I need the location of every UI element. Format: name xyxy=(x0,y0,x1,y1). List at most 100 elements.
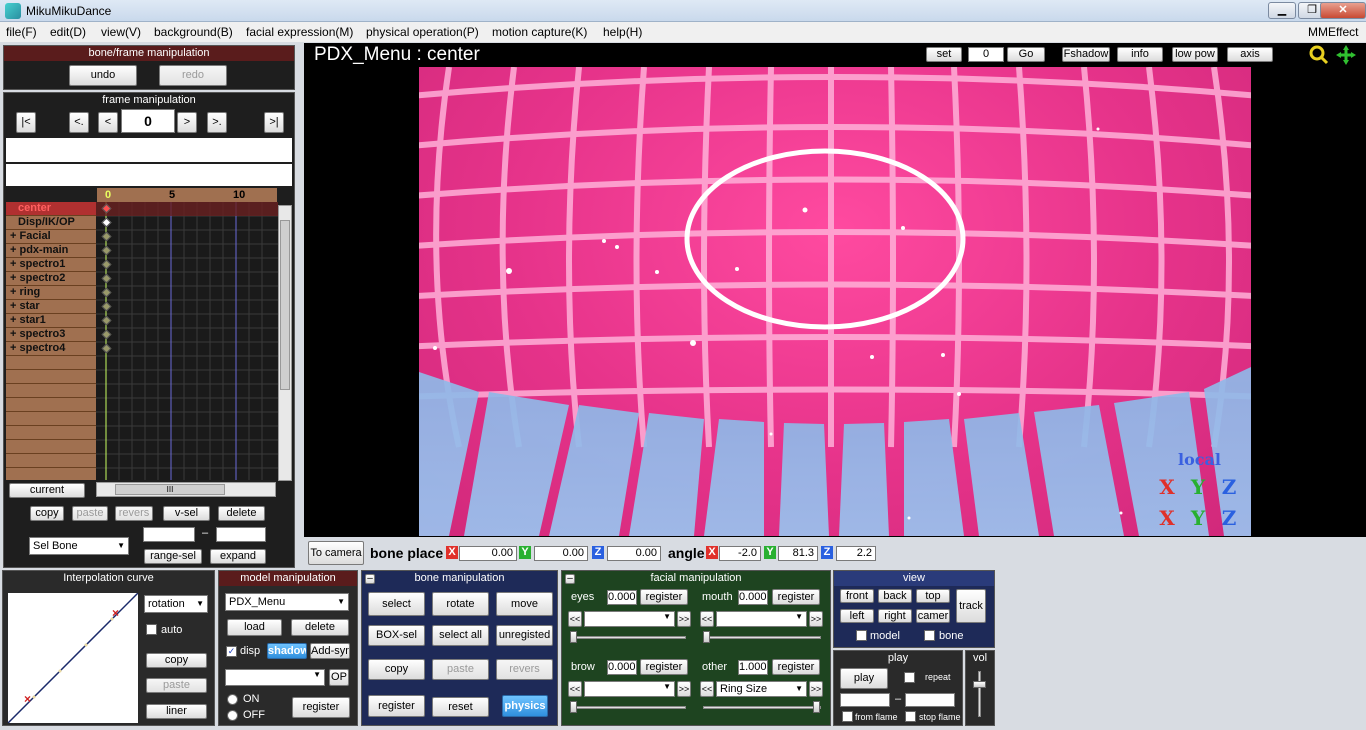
menu-mmeffect[interactable]: MMEffect xyxy=(1308,25,1358,39)
timeline-hscroll-thumb[interactable]: III xyxy=(115,484,225,495)
3d-scene[interactable] xyxy=(419,67,1251,536)
timeline-row-center[interactable]: center xyxy=(6,202,96,216)
bone-copy-button[interactable]: copy xyxy=(368,659,425,680)
other-slider-thumb[interactable] xyxy=(813,701,820,713)
pos-z-input[interactable]: 0.00 xyxy=(607,546,661,561)
timeline-row-disp[interactable]: Disp/IK/OP xyxy=(6,216,96,230)
timeline-row-pdx-main[interactable]: + pdx-main xyxy=(6,244,96,258)
eyes-value-input[interactable]: 0.000 xyxy=(607,590,637,605)
model-register-button[interactable]: register xyxy=(292,697,350,718)
interp-paste-button[interactable]: paste xyxy=(146,678,207,693)
other-slider[interactable] xyxy=(703,706,821,709)
next-frame-button[interactable]: > xyxy=(177,112,197,133)
volume-slider-thumb[interactable] xyxy=(973,681,986,688)
view-right-button[interactable]: right xyxy=(878,609,912,623)
load-button[interactable]: load xyxy=(227,619,282,636)
play-stop-input[interactable] xyxy=(905,693,955,707)
from-flame-checkbox[interactable] xyxy=(842,711,853,722)
timeline-row-facial[interactable]: + Facial xyxy=(6,230,96,244)
timeline-vscroll-thumb[interactable] xyxy=(280,220,290,390)
set-button[interactable]: set xyxy=(926,47,962,62)
minimize-button[interactable]: ▁ xyxy=(1268,2,1296,19)
info-button[interactable]: info xyxy=(1117,47,1163,62)
axis-button[interactable]: axis xyxy=(1227,47,1273,62)
menu-motion-capture[interactable]: motion capture(K) xyxy=(492,25,587,39)
angle-y-input[interactable]: 81.3 xyxy=(778,546,818,561)
timeline-copy-button[interactable]: copy xyxy=(30,506,64,521)
low-pow-button[interactable]: low pow xyxy=(1172,47,1218,62)
menu-edit[interactable]: edit(D) xyxy=(50,25,86,39)
mouth-dropdown[interactable] xyxy=(716,611,807,627)
go-button[interactable]: Go xyxy=(1007,47,1045,62)
current-button[interactable]: current xyxy=(9,483,85,498)
view-bone-checkbox[interactable] xyxy=(924,630,935,641)
eyes-next-button[interactable]: >> xyxy=(677,611,691,627)
add-syn-button[interactable]: Add-syn xyxy=(310,643,350,659)
on-radio[interactable] xyxy=(227,694,238,705)
stop-flame-checkbox[interactable] xyxy=(905,711,916,722)
to-camera-button[interactable]: To camera xyxy=(308,541,364,565)
off-radio[interactable] xyxy=(227,710,238,721)
volume-slider[interactable] xyxy=(978,671,981,717)
rotate-z-icon[interactable]: Z xyxy=(1216,474,1242,500)
mouth-next-button[interactable]: >> xyxy=(809,611,823,627)
menu-facial-expression[interactable]: facial expression(M) xyxy=(246,25,353,39)
move-button[interactable]: move xyxy=(496,592,553,616)
mouth-register-button[interactable]: register xyxy=(772,589,820,605)
expand-button[interactable]: expand xyxy=(210,549,266,564)
liner-button[interactable]: liner xyxy=(146,704,207,719)
close-button[interactable]: ✕ xyxy=(1320,2,1366,19)
brow-prev-button[interactable]: << xyxy=(568,681,582,697)
timeline-row-spectro1[interactable]: + spectro1 xyxy=(6,258,96,272)
mouth-slider[interactable] xyxy=(703,636,821,639)
eyes-slider-thumb[interactable] xyxy=(570,631,577,643)
other-dropdown[interactable]: Ring Size xyxy=(716,681,807,697)
select-all-button[interactable]: select all xyxy=(432,625,489,646)
facial-collapse-button[interactable]: – xyxy=(565,574,575,584)
view-back-button[interactable]: back xyxy=(878,589,912,603)
range-end-input[interactable] xyxy=(216,527,266,542)
mouth-value-input[interactable]: 0.000 xyxy=(738,590,768,605)
other-next-button[interactable]: >> xyxy=(809,681,823,697)
brow-value-input[interactable]: 0.000 xyxy=(607,660,637,675)
bone-collapse-button[interactable]: – xyxy=(365,574,375,584)
menu-view[interactable]: view(V) xyxy=(101,25,141,39)
eyes-register-button[interactable]: register xyxy=(640,589,688,605)
frame-number-input[interactable]: 0 xyxy=(121,109,175,133)
range-start-input[interactable] xyxy=(143,527,195,542)
last-frame-button[interactable]: >| xyxy=(264,112,284,133)
repeat-checkbox[interactable] xyxy=(904,672,915,683)
v-sel-button[interactable]: v-sel xyxy=(163,506,210,521)
angle-x-input[interactable]: -2.0 xyxy=(719,546,761,561)
interp-copy-button[interactable]: copy xyxy=(146,653,207,668)
bone-dropdown[interactable] xyxy=(225,669,325,686)
timeline-row-star1[interactable]: + star1 xyxy=(6,314,96,328)
other-register-button[interactable]: register xyxy=(772,659,820,675)
rotate-x-icon[interactable]: X xyxy=(1154,474,1180,500)
rotate-y-icon[interactable]: Y xyxy=(1185,474,1211,500)
first-frame-button[interactable]: |< xyxy=(16,112,36,133)
bone-paste-button[interactable]: paste xyxy=(432,659,489,680)
menu-file[interactable]: file(F) xyxy=(6,25,37,39)
move-view-icon[interactable] xyxy=(1335,44,1357,66)
menu-help[interactable]: help(H) xyxy=(603,25,642,39)
op-button[interactable]: OP xyxy=(329,669,349,686)
pos-x-input[interactable]: 0.00 xyxy=(459,546,517,561)
view-camera-button[interactable]: camer xyxy=(916,609,950,623)
brow-register-button[interactable]: register xyxy=(640,659,688,675)
timeline-row-ring[interactable]: + ring xyxy=(6,286,96,300)
view-model-checkbox[interactable] xyxy=(856,630,867,641)
eyes-slider[interactable] xyxy=(571,636,686,639)
play-from-input[interactable] xyxy=(840,693,890,707)
pos-y-input[interactable]: 0.00 xyxy=(534,546,588,561)
timeline-paste-button[interactable]: paste xyxy=(72,506,108,521)
range-sel-button[interactable]: range-sel xyxy=(144,549,202,564)
timeline-revers-button[interactable]: revers xyxy=(115,506,153,521)
view-front-button[interactable]: front xyxy=(840,589,874,603)
shadow-button[interactable]: shadow xyxy=(267,643,307,659)
reset-button[interactable]: reset xyxy=(432,697,489,717)
timeline-vscroll[interactable] xyxy=(278,205,292,481)
box-sel-button[interactable]: BOX-sel xyxy=(368,625,425,646)
bone-revers-button[interactable]: revers xyxy=(496,659,553,680)
other-value-input[interactable]: 1.000 xyxy=(738,660,768,675)
